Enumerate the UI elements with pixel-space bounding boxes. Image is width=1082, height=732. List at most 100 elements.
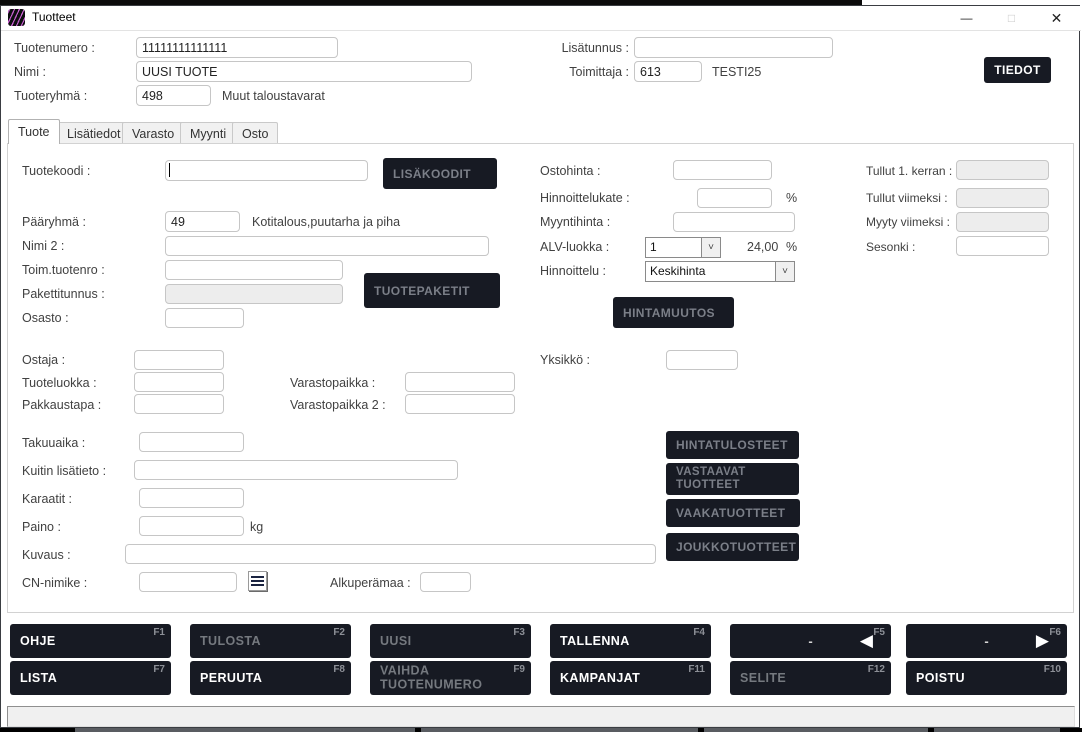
osasto-input[interactable] xyxy=(165,308,244,328)
window-title: Tuotteet xyxy=(32,10,76,24)
ohje-button[interactable]: OHJE F1 xyxy=(10,624,171,658)
alkuperamaa-input[interactable] xyxy=(420,572,471,592)
kuvaus-input[interactable] xyxy=(125,544,656,564)
yksikko-input[interactable] xyxy=(666,350,738,370)
myyntihinta-label: Myyntihinta : xyxy=(540,215,610,229)
ostaja-label: Ostaja : xyxy=(22,353,65,367)
takuuaika-label: Takuuaika : xyxy=(22,436,85,450)
tuoteryhma-name: Muut taloustavarat xyxy=(222,89,325,103)
pakettitunnus-input xyxy=(165,284,343,304)
poistu-button[interactable]: POISTU F10 xyxy=(906,661,1067,695)
alv-rate: 24,00 xyxy=(747,240,778,254)
tab-myynti[interactable]: Myynti xyxy=(180,122,236,144)
myyntihinta-input[interactable] xyxy=(673,212,795,232)
close-button[interactable]: ✕ xyxy=(1034,6,1079,30)
tullut-kerran-input xyxy=(956,160,1049,180)
tuotekoodi-input[interactable] xyxy=(165,160,368,181)
tuotenumero-label: Tuotenumero : xyxy=(14,41,95,55)
hinnoittelu-value: Keskihinta xyxy=(646,262,775,281)
app-logo-icon xyxy=(8,9,25,26)
tuoteryhma-label: Tuoteryhmä : xyxy=(14,89,87,103)
hinnoittelukate-input[interactable] xyxy=(697,188,772,208)
paaryhma-name: Kotitalous,puutarha ja piha xyxy=(252,215,400,229)
uusi-button[interactable]: UUSI F3 xyxy=(370,624,531,658)
hinnoittelu-label: Hinnoittelu : xyxy=(540,264,606,278)
lista-button[interactable]: LISTA F7 xyxy=(10,661,171,695)
tab-lisatiedot[interactable]: Lisätiedot xyxy=(57,122,131,144)
karaatit-input[interactable] xyxy=(139,488,244,508)
sesonki-input[interactable] xyxy=(956,236,1049,256)
minimize-button[interactable]: — xyxy=(944,6,989,30)
varastopaikka-label: Varastopaikka : xyxy=(290,376,375,390)
tullut-kerran-label: Tullut 1. kerran : xyxy=(866,164,952,178)
tuotepaketit-button[interactable]: TUOTEPAKETIT xyxy=(364,273,500,308)
kampanjat-button[interactable]: KAMPANJAT F11 xyxy=(550,661,711,695)
nimi2-label: Nimi 2 : xyxy=(22,239,64,253)
text-cursor xyxy=(169,163,170,177)
arrow-right-icon: ▶ xyxy=(1036,631,1049,651)
paaryhma-input[interactable] xyxy=(165,211,240,232)
pakkaustapa-input[interactable] xyxy=(134,394,224,414)
ostaja-input[interactable] xyxy=(134,350,224,370)
nimi-input[interactable] xyxy=(136,61,472,82)
hinnoittelu-select[interactable]: Keskihinta ˅ xyxy=(645,261,795,282)
hinnoittelukate-label: Hinnoittelukate : xyxy=(540,191,630,205)
tuoteryhma-input[interactable] xyxy=(136,85,211,106)
tab-osto[interactable]: Osto xyxy=(232,122,278,144)
previous-button[interactable]: - ◀ F5 xyxy=(730,624,891,658)
hintamuutos-button[interactable]: HINTAMUUTOS xyxy=(613,297,734,328)
paino-input[interactable] xyxy=(139,516,244,536)
takuuaika-input[interactable] xyxy=(139,432,244,452)
tallenna-button[interactable]: TALLENNA F4 xyxy=(550,624,711,658)
chevron-down-icon[interactable]: ˅ xyxy=(775,262,794,281)
paino-label: Paino : xyxy=(22,520,61,534)
varastopaikka2-label: Varastopaikka 2 : xyxy=(290,398,386,412)
tullut-viimeksi-input xyxy=(956,188,1049,208)
yksikko-label: Yksikkö : xyxy=(540,353,590,367)
varastopaikka-input[interactable] xyxy=(405,372,515,392)
myyty-viimeksi-input xyxy=(956,212,1049,232)
vaakatuotteet-button[interactable]: VAAKATUOTTEET xyxy=(666,499,800,527)
next-button[interactable]: - ▶ F6 xyxy=(906,624,1067,658)
toim-tuotenro-input[interactable] xyxy=(165,260,343,280)
tuotekoodi-label: Tuotekoodi : xyxy=(22,164,90,178)
kuitin-lisatieto-input[interactable] xyxy=(134,460,458,480)
lisatunnus-input[interactable] xyxy=(634,37,833,58)
lisakoodit-button[interactable]: LISÄKOODIT xyxy=(383,158,497,189)
cn-nimike-list-icon[interactable] xyxy=(248,571,267,591)
background-taskbar-strip xyxy=(0,728,1082,732)
application-window: Tuotteet — □ ✕ Tuotenumero : Lisätunnus … xyxy=(0,0,1082,732)
vaihda-tuotenumero-button[interactable]: VAIHDA TUOTENUMERO F9 xyxy=(370,661,531,695)
chevron-down-icon[interactable]: ˅ xyxy=(701,238,720,257)
alv-luokka-select[interactable]: 1 ˅ xyxy=(645,237,721,258)
joukkotuotteet-button[interactable]: JOUKKOTUOTTEET xyxy=(666,533,799,561)
myyty-viimeksi-label: Myyty viimeksi : xyxy=(866,215,950,229)
hinnoittelukate-unit: % xyxy=(786,191,797,205)
vastaavat-tuotteet-button[interactable]: VASTAAVAT TUOTTEET xyxy=(666,463,799,495)
tuotenumero-input[interactable] xyxy=(136,37,338,58)
status-bar xyxy=(7,706,1075,727)
hintatulosteet-button[interactable]: HINTATULOSTEET xyxy=(666,431,799,459)
toimittaja-input[interactable] xyxy=(634,61,702,82)
karaatit-label: Karaatit : xyxy=(22,492,72,506)
title-bar xyxy=(1,6,1081,31)
tiedot-button[interactable]: TIEDOT xyxy=(984,57,1051,83)
varastopaikka2-input[interactable] xyxy=(405,394,515,414)
maximize-button: □ xyxy=(989,6,1034,30)
alv-unit: % xyxy=(786,240,797,254)
tuoteluokka-input[interactable] xyxy=(134,372,224,392)
alkuperamaa-label: Alkuperämaa : xyxy=(330,576,411,590)
tab-varasto[interactable]: Varasto xyxy=(122,122,184,144)
nimi2-input[interactable] xyxy=(165,236,489,256)
ostohinta-input[interactable] xyxy=(673,160,772,180)
pakettitunnus-label: Pakettitunnus : xyxy=(22,287,105,301)
cn-nimike-input[interactable] xyxy=(139,572,237,592)
alv-luokka-label: ALV-luokka : xyxy=(540,240,609,254)
tulosta-button[interactable]: TULOSTA F2 xyxy=(190,624,351,658)
cn-nimike-label: CN-nimike : xyxy=(22,576,87,590)
paino-unit: kg xyxy=(250,520,263,534)
peruuta-button[interactable]: PERUUTA F8 xyxy=(190,661,351,695)
toimittaja-name: TESTI25 xyxy=(712,65,761,79)
selite-button[interactable]: SELITE F12 xyxy=(730,661,891,695)
tab-tuote[interactable]: Tuote xyxy=(8,119,60,144)
